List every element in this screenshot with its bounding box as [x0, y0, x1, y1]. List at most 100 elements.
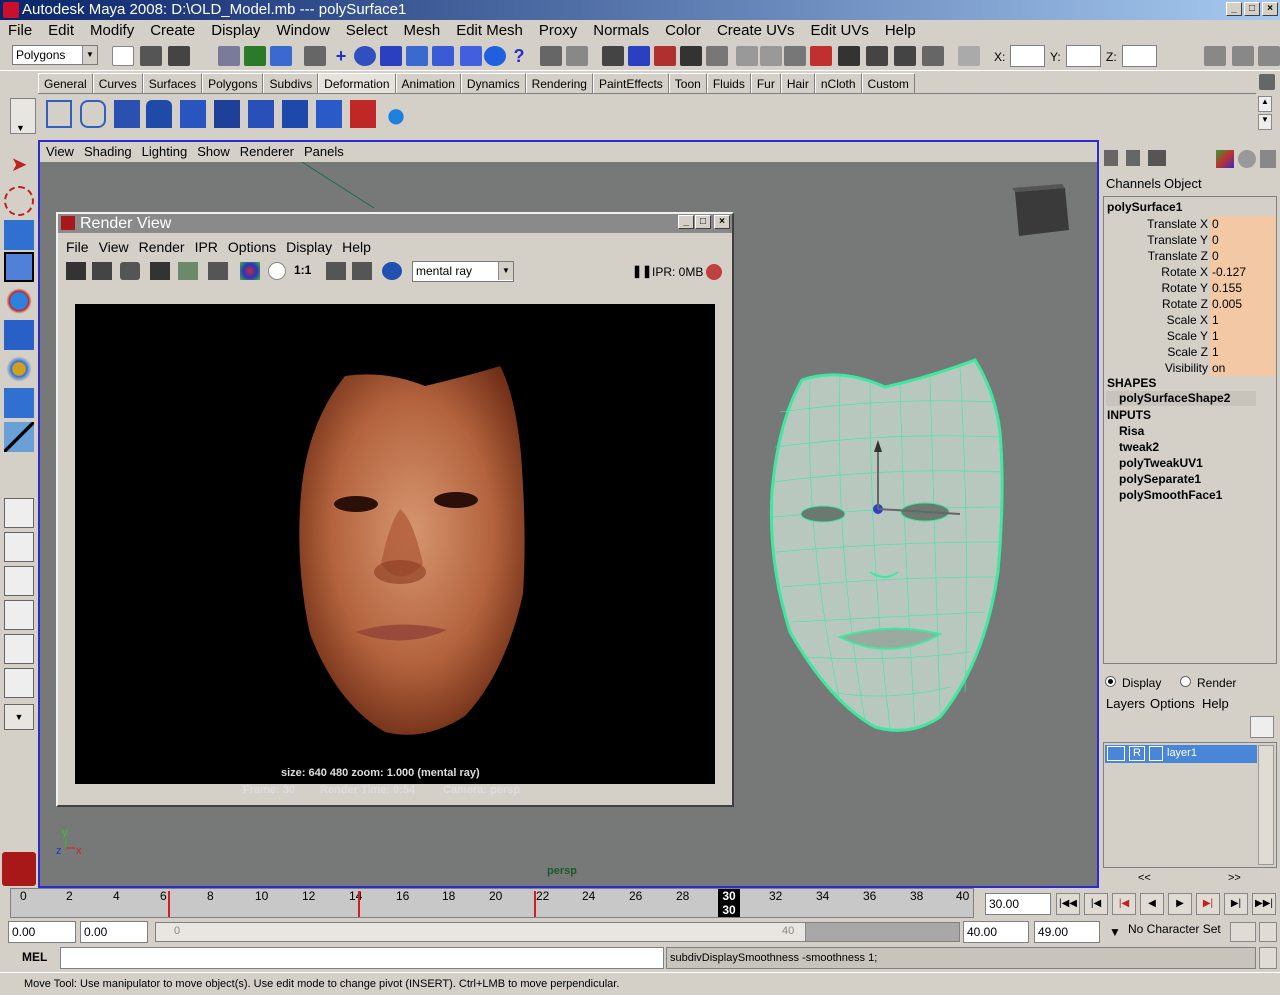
persp-graph-layout-icon[interactable] [4, 600, 34, 630]
attribute-editor-icon[interactable] [1204, 46, 1226, 66]
attr-value[interactable]: 1 [1210, 344, 1276, 360]
tool-layout-icon[interactable] [1148, 150, 1166, 166]
rv-menu-ipr[interactable]: IPR [195, 237, 218, 257]
menu-file[interactable]: File [0, 20, 40, 41]
create-layer-icon[interactable] [1250, 716, 1274, 738]
layers-menu-help[interactable]: Help [1202, 696, 1229, 711]
render-current-frame-icon[interactable] [838, 46, 860, 66]
hypershade-icon[interactable] [922, 46, 944, 66]
snap-curve-icon[interactable] [354, 46, 376, 66]
sphere-icon[interactable] [484, 46, 506, 66]
rgb-channels-icon[interactable] [240, 262, 260, 280]
playback-end-field[interactable]: 40.00 [963, 921, 1029, 943]
go-to-end-button[interactable]: ▶▶| [1252, 893, 1276, 915]
snap-point-icon[interactable] [380, 46, 402, 66]
menu-proxy[interactable]: Proxy [531, 20, 585, 41]
rv-close-button[interactable]: × [714, 215, 730, 229]
render-region-icon[interactable] [92, 262, 112, 280]
ipr-redo-icon[interactable] [150, 262, 170, 280]
attr-rotate-y[interactable]: Rotate Y 0.155 [1104, 280, 1276, 296]
ipr-pause-icon[interactable]: ❚❚ [632, 264, 652, 278]
step-back-frame-button[interactable]: |◀ [1084, 893, 1108, 915]
attr-value[interactable]: 1 [1210, 312, 1276, 328]
rv-menu-display[interactable]: Display [286, 237, 332, 257]
rv-menu-view[interactable]: View [99, 237, 129, 257]
menu-normals[interactable]: Normals [585, 20, 657, 41]
snap-view-plane-icon[interactable] [406, 46, 428, 66]
script-editor-icon[interactable] [1259, 947, 1277, 969]
input-node[interactable]: polySeparate1 [1119, 472, 1201, 486]
lock-selection-icon[interactable] [304, 46, 326, 66]
sculpt-deformer-icon[interactable] [316, 100, 342, 128]
grid-icon[interactable] [706, 46, 728, 66]
attr-rotate-x[interactable]: Rotate X -0.127 [1104, 264, 1276, 280]
menu-mesh[interactable]: Mesh [396, 20, 449, 41]
menu-modify[interactable]: Modify [82, 20, 142, 41]
four-view-layout-icon[interactable] [4, 532, 34, 562]
point-icon[interactable] [680, 46, 702, 66]
shelf-scroll-down[interactable]: ▼ [1258, 114, 1272, 130]
render-settings-icon[interactable] [208, 262, 228, 280]
current-time-field[interactable]: 30.00 [985, 893, 1051, 915]
step-forward-key-button[interactable]: ▶| [1196, 893, 1220, 915]
character-set-selector[interactable]: No Character Set [1128, 922, 1221, 936]
sine-icon[interactable] [180, 100, 206, 128]
tab-polygons[interactable]: Polygons [202, 73, 264, 93]
range-slider-bar[interactable] [156, 923, 806, 941]
maximize-button[interactable]: □ [1244, 2, 1260, 16]
display-radio[interactable] [1105, 676, 1116, 687]
real-size-button[interactable]: 1:1 [294, 263, 311, 277]
tab-custom[interactable]: Custom [861, 73, 915, 93]
input-ops-icon[interactable] [566, 46, 588, 66]
menu-edit-uvs[interactable]: Edit UVs [802, 20, 876, 41]
open-scene-icon[interactable] [140, 46, 162, 66]
attr-rotate-z[interactable]: Rotate Z 0.005 [1104, 296, 1276, 312]
tab-fur[interactable]: Fur [750, 73, 781, 93]
ipr-stop-icon[interactable] [706, 264, 722, 280]
select-object-icon[interactable] [244, 46, 266, 66]
input-node[interactable]: tweak2 [1119, 440, 1159, 454]
tool-settings-icon[interactable] [1232, 46, 1254, 66]
sculpt-icon[interactable] [460, 46, 482, 66]
tab-dynamics[interactable]: Dynamics [460, 73, 526, 93]
persp-graph-hypergraph-layout-icon[interactable] [4, 668, 34, 698]
wrinkle-icon[interactable] [384, 100, 414, 128]
chevron-down-icon[interactable]: ▼ [1104, 921, 1126, 943]
shape-node[interactable]: polySurfaceShape2 [1106, 391, 1256, 406]
scale-tool-icon[interactable] [4, 320, 34, 350]
tab-curves[interactable]: Curves [92, 73, 143, 93]
wire-icon[interactable] [350, 100, 376, 128]
renderer-selector[interactable]: mental ray ▼ [412, 261, 514, 282]
curve-magnet-icon[interactable] [654, 46, 676, 66]
attr-value[interactable]: 0 [1210, 216, 1276, 232]
tab-channels[interactable]: Channels [1106, 176, 1161, 191]
help-icon[interactable]: ? [508, 46, 530, 66]
attr-value[interactable]: 1 [1210, 328, 1276, 344]
attr-value[interactable]: -0.127 [1210, 264, 1276, 280]
current-time-indicator[interactable]: 30 30 [718, 889, 740, 917]
attr-visibility[interactable]: Visibility on [1104, 360, 1276, 376]
input-line-icon[interactable] [736, 46, 758, 66]
ipr-refresh-icon[interactable] [178, 262, 198, 280]
save-scene-icon[interactable] [168, 46, 190, 66]
layer-reference-toggle[interactable]: R [1129, 746, 1145, 761]
redo-render-icon[interactable] [66, 262, 86, 280]
step-forward-frame-button[interactable]: ▶| [1224, 893, 1248, 915]
rv-menu-file[interactable]: File [66, 237, 89, 257]
show-manipulator-icon[interactable] [4, 422, 34, 452]
hypershade-layout-icon[interactable] [4, 634, 34, 664]
layer-name[interactable]: layer1 [1167, 747, 1197, 759]
animation-preferences-icon[interactable] [1259, 922, 1277, 942]
tab-object[interactable]: Object [1164, 176, 1202, 191]
tab-subdivs[interactable]: Subdivs [263, 73, 319, 93]
input-node[interactable]: polyTweakUV1 [1119, 456, 1203, 470]
tab-toon[interactable]: Toon [668, 73, 707, 93]
play-backwards-button[interactable]: ◀ [1140, 893, 1164, 915]
magnet-icon[interactable] [628, 46, 650, 66]
channel-box-layout-icon[interactable] [1104, 150, 1118, 166]
attr-translate-x[interactable]: Translate X0 [1104, 216, 1276, 232]
object-name[interactable]: polySurface1 [1107, 200, 1182, 214]
layers-menu-layers[interactable]: Layers [1106, 696, 1145, 711]
layer-list-scrollbar[interactable] [1258, 745, 1274, 865]
squash-icon[interactable] [214, 100, 240, 128]
